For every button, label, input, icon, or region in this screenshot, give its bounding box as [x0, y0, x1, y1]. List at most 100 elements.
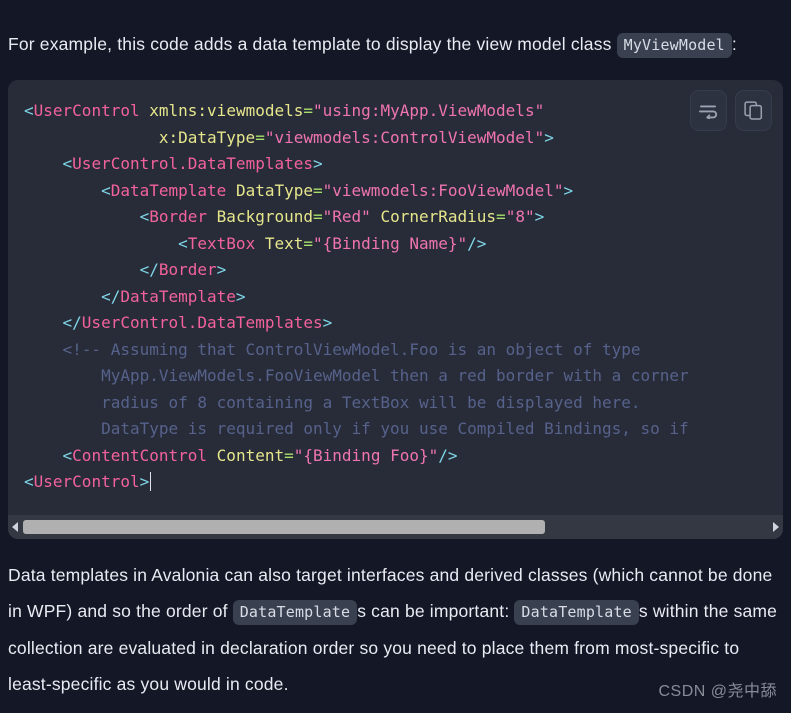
code-content: <UserControl xmlns:viewmodels="using:MyA…	[8, 98, 783, 496]
intro-text-before: For example, this code adds a data templ…	[8, 33, 612, 54]
code-token-tag: UserControl	[33, 472, 140, 491]
code-token-str: "8"	[505, 207, 535, 226]
code-token-eq: =	[313, 207, 323, 226]
code-token-attr: Background	[216, 207, 313, 226]
code-block: <UserControl xmlns:viewmodels="using:MyA…	[8, 80, 783, 539]
code-line: <ContentControl Content="{Binding Foo}"/…	[24, 446, 458, 465]
code-block-actions	[690, 90, 772, 131]
code-token-punct: >	[313, 154, 323, 173]
code-token-punct: <	[62, 445, 73, 465]
code-token-tag: ContentControl	[72, 445, 208, 465]
inline-code-datatemplate-2: DataTemplate	[514, 600, 639, 625]
code-token-punct: >	[139, 472, 150, 491]
horizontal-scrollbar[interactable]	[8, 515, 783, 539]
code-token-attr: CornerRadius	[380, 207, 497, 226]
code-line: </Border>	[24, 260, 227, 279]
code-line: <!-- Assuming that ControlViewModel.Foo …	[24, 340, 641, 359]
code-token-punct: >	[534, 207, 545, 226]
code-token-str: "viewmodels:FooViewModel"	[322, 180, 564, 200]
word-wrap-icon	[699, 103, 718, 119]
code-token-attr: Text	[264, 233, 304, 253]
scroll-right-arrow[interactable]	[768, 522, 783, 532]
code-token-str: "viewmodels:ControlViewModel"	[264, 127, 545, 147]
code-token-punct: </	[101, 286, 121, 306]
code-token-punct: >	[235, 286, 246, 306]
code-token-str: "{Binding Foo}"	[293, 445, 439, 465]
copy-button[interactable]	[735, 90, 772, 131]
code-token-attr: Content	[216, 445, 285, 465]
intro-text-after: :	[731, 33, 737, 54]
code-token-str: "using:MyApp.ViewModels"	[313, 101, 545, 120]
scroll-left-arrow[interactable]	[8, 522, 23, 532]
code-line: radius of 8 containing a TextBox will be…	[24, 392, 641, 412]
code-token-tag: UserControl.DataTemplates	[81, 313, 323, 332]
code-line: <UserControl xmlns:viewmodels="using:MyA…	[24, 101, 544, 120]
code-line: DataType is required only if you use Com…	[24, 419, 689, 438]
outro-paragraph: Data templates in Avalonia can also targ…	[0, 557, 791, 702]
code-token-tag: UserControl.DataTemplates	[72, 154, 313, 173]
outro-part2: s can be important:	[357, 601, 515, 621]
code-token-tag: TextBox	[187, 233, 256, 253]
code-token-tag: Border	[149, 207, 208, 226]
code-token-str: "{Binding Name}"	[313, 233, 468, 253]
code-token-tag: UserControl	[33, 101, 140, 120]
code-line: MyApp.ViewModels.FooViewModel then a red…	[24, 366, 689, 385]
code-token-punct: >	[216, 260, 227, 279]
inline-code-myviewmodel: MyViewModel	[616, 32, 732, 58]
code-token-tag: Border	[158, 260, 217, 279]
code-token-eq: =	[313, 180, 323, 200]
code-line: <Border Background="Red" CornerRadius="8…	[24, 207, 545, 226]
code-token-eq: =	[303, 101, 314, 120]
scrollbar-thumb[interactable]	[23, 520, 545, 534]
code-line: <DataTemplate DataType="viewmodels:FooVi…	[24, 181, 573, 200]
code-token-punct: <	[62, 154, 73, 173]
word-wrap-button[interactable]	[690, 90, 727, 131]
code-token-comment: radius of 8 containing a TextBox will be…	[101, 392, 641, 412]
scrollbar-track[interactable]	[23, 520, 768, 534]
code-token-comment: <!-- Assuming that ControlViewModel.Foo …	[62, 339, 641, 359]
code-token-eq: =	[284, 445, 294, 465]
code-line: <UserControl.DataTemplates>	[24, 154, 323, 173]
code-token-attr: x:DataType	[158, 127, 256, 147]
code-token-punct: />	[467, 233, 487, 253]
code-token-eq: =	[255, 127, 265, 147]
code-token-comment: MyApp.ViewModels.FooViewModel then a red…	[101, 366, 689, 385]
copy-icon	[744, 101, 763, 120]
code-token-punct: <	[24, 101, 34, 120]
code-token-punct: >	[544, 127, 554, 147]
code-token-punct: >	[563, 180, 574, 200]
code-token-punct: <	[178, 233, 188, 253]
code-line: x:DataType="viewmodels:ControlViewModel"…	[24, 128, 554, 147]
code-token-eq: =	[496, 207, 506, 226]
code-token-punct: <	[139, 207, 150, 226]
code-line: <UserControl>	[24, 472, 152, 491]
article-page: For example, this code adds a data templ…	[0, 0, 791, 713]
code-line: </DataTemplate>	[24, 287, 246, 306]
code-token-attr: DataType	[235, 180, 313, 200]
code-line: <TextBox Text="{Binding Name}"/>	[24, 234, 486, 253]
code-token-attr: xmlns:viewmodels	[149, 101, 304, 120]
inline-code-datatemplate-1: DataTemplate	[232, 600, 358, 625]
code-token-punct: </	[139, 260, 159, 279]
text-caret	[150, 472, 152, 491]
code-scroll-viewport: <UserControl xmlns:viewmodels="using:MyA…	[8, 80, 783, 515]
code-line: </UserControl.DataTemplates>	[24, 313, 333, 332]
code-token-punct: >	[322, 313, 333, 332]
code-token-punct: <	[101, 180, 111, 200]
code-token-comment: DataType is required only if you use Com…	[101, 419, 689, 438]
